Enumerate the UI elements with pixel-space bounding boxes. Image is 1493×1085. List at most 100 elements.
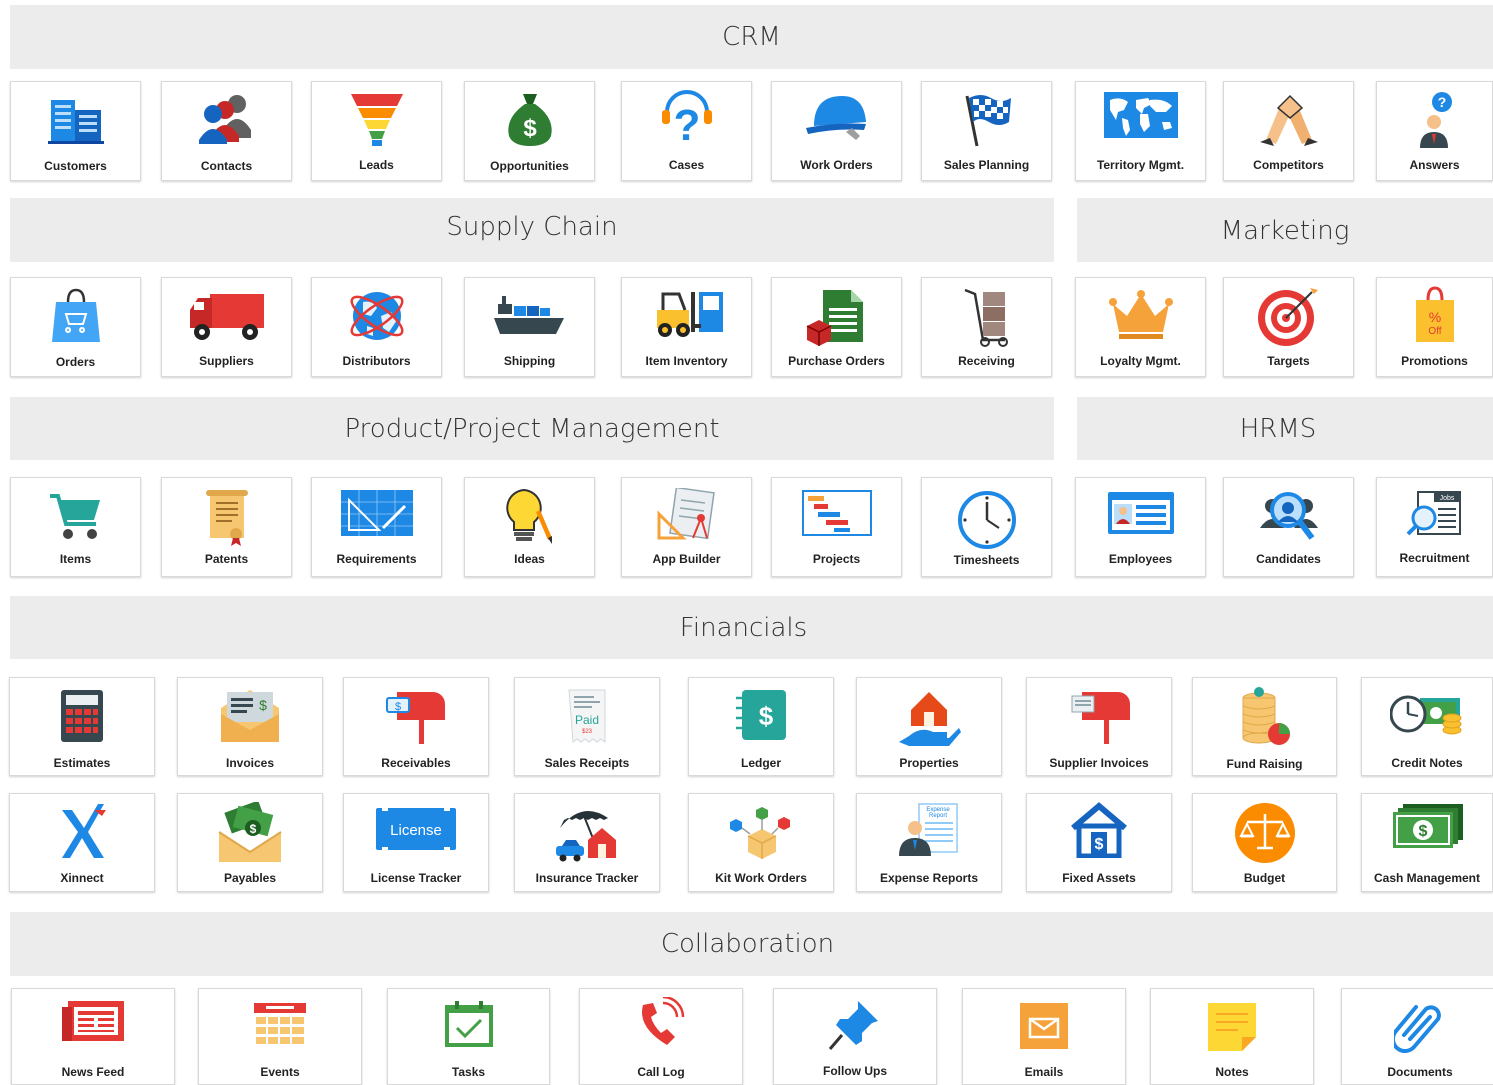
app-tile-ideas[interactable]: Ideas: [464, 477, 595, 577]
app-tile-orders[interactable]: Orders: [10, 277, 141, 377]
app-tile-properties[interactable]: Properties: [856, 677, 1002, 776]
cargo-ship-icon: [493, 296, 564, 334]
app-tile-sales-planning[interactable]: Sales Planning: [921, 81, 1052, 181]
app-tile-loyalty[interactable]: Loyalty Mgmt.: [1075, 277, 1206, 377]
app-tile-recruitment[interactable]: Jobs Recruitment: [1376, 477, 1493, 577]
app-tile-notes[interactable]: Notes: [1150, 988, 1314, 1085]
app-tile-leads[interactable]: Leads: [311, 81, 442, 181]
app-tile-cash-management[interactable]: $ Cash Management: [1361, 793, 1493, 892]
app-label: Payables: [223, 871, 277, 885]
app-tile-projects[interactable]: Projects: [771, 477, 902, 577]
app-label: Projects: [812, 552, 861, 566]
app-label: Answers: [1409, 158, 1460, 172]
app-label: Fund Raising: [1226, 757, 1303, 771]
expense-report-icon: Expense Report: [899, 803, 958, 856]
section-title: Supply Chain: [446, 212, 618, 243]
app-label: Receiving: [958, 354, 1015, 368]
app-tile-sales-receipts[interactable]: Paid $23 Sales Receipts: [514, 677, 660, 776]
app-tile-kit-work-orders[interactable]: Kit Work Orders: [688, 793, 834, 892]
section-header-marketing: Marketing: [1077, 198, 1493, 262]
app-tile-estimates[interactable]: Estimates: [9, 677, 155, 776]
app-tile-promotions[interactable]: % Off Promotions: [1376, 277, 1493, 377]
app-label: Loyalty Mgmt.: [1100, 354, 1181, 368]
dollar-text: $: [395, 701, 401, 713]
app-tile-supplier-invoices[interactable]: Supplier Invoices: [1026, 677, 1172, 776]
app-label: Timesheets: [953, 553, 1020, 567]
app-tile-credit-notes[interactable]: Credit Notes: [1361, 677, 1493, 776]
section-header-collaboration: Collaboration: [10, 912, 1493, 976]
app-tile-timesheets[interactable]: Timesheets: [921, 477, 1052, 577]
license-plate-icon: License: [376, 808, 456, 850]
app-tile-shipping[interactable]: Shipping: [464, 277, 595, 377]
sale-bag-icon: % Off: [1415, 286, 1454, 342]
app-tile-news-feed[interactable]: News Feed: [11, 988, 175, 1085]
section-header-product-project-management: Product/Project Management: [10, 397, 1054, 460]
email-envelope-icon: [1020, 1003, 1068, 1049]
app-tile-license-tracker[interactable]: License License Tracker: [343, 793, 489, 892]
app-label: Emails: [1024, 1065, 1064, 1079]
app-label: Sales Receipts: [544, 756, 630, 770]
app-tile-ledger[interactable]: $ Ledger: [688, 677, 834, 776]
globe-orbit-icon: [350, 292, 403, 340]
app-tile-expense-reports[interactable]: Expense Report Expense Reports: [856, 793, 1002, 892]
app-tile-requirements[interactable]: Requirements: [311, 477, 442, 577]
app-tile-xinnect[interactable]: Xinnect: [9, 793, 155, 892]
app-tile-purchase-orders[interactable]: Purchase Orders: [771, 277, 902, 377]
app-tile-cases[interactable]: ? Cases: [621, 81, 752, 181]
app-tile-receiving[interactable]: Receiving: [921, 277, 1052, 377]
app-tile-emails[interactable]: Emails: [962, 988, 1126, 1085]
app-tile-distributors[interactable]: Distributors: [311, 277, 442, 377]
app-tile-item-inventory[interactable]: Item Inventory: [621, 277, 752, 377]
app-tile-contacts[interactable]: Contacts: [161, 81, 292, 181]
dollar-text: $: [1419, 823, 1428, 840]
app-tile-fund-raising[interactable]: Fund Raising: [1192, 677, 1337, 776]
app-label: Cases: [668, 158, 705, 172]
app-label: Leads: [359, 158, 394, 172]
app-tile-documents[interactable]: Documents: [1341, 988, 1493, 1085]
app-tile-payables[interactable]: $ Payables: [177, 793, 323, 892]
app-tile-fixed-assets[interactable]: $ Fixed Assets: [1026, 793, 1172, 892]
app-tile-answers[interactable]: ? Answers: [1376, 81, 1493, 181]
app-tile-items[interactable]: Items: [10, 477, 141, 577]
spreadsheet-box-icon: [806, 290, 863, 346]
house-dollar-icon: $: [1071, 802, 1127, 858]
app-tile-opportunities[interactable]: $ Opportunities: [464, 81, 595, 181]
app-tile-candidates[interactable]: Candidates: [1223, 477, 1354, 577]
app-tile-insurance-tracker[interactable]: Insurance Tracker: [514, 793, 660, 892]
app-label: Distributors: [342, 354, 411, 368]
app-tile-invoices[interactable]: $ Invoices: [177, 677, 323, 776]
lightbulb-icon: [505, 488, 552, 544]
app-tile-follow-ups[interactable]: Follow Ups: [773, 988, 937, 1085]
app-label: Contacts: [200, 159, 253, 173]
app-tile-targets[interactable]: Targets: [1223, 277, 1354, 377]
app-tile-patents[interactable]: Patents: [161, 477, 292, 577]
app-tile-receivables[interactable]: $ Receivables: [343, 677, 489, 776]
app-tile-work-orders[interactable]: Work Orders: [771, 81, 902, 181]
funnel-icon: [350, 94, 403, 146]
app-tile-tasks[interactable]: Tasks: [387, 988, 550, 1085]
app-label: Territory Mgmt.: [1096, 158, 1185, 172]
sticky-note-icon: [1208, 1003, 1256, 1051]
umbrella-house-car-icon: [556, 810, 616, 862]
dollar-text: $: [523, 115, 537, 142]
dollar-text: $: [759, 701, 774, 731]
app-tile-competitors[interactable]: Competitors: [1223, 81, 1354, 181]
newspaper-icon: [62, 1001, 124, 1041]
app-label: Competitors: [1253, 158, 1324, 172]
app-tile-app-builder[interactable]: App Builder: [621, 477, 752, 577]
app-tile-events[interactable]: Events: [198, 988, 362, 1085]
app-tile-territory[interactable]: Territory Mgmt.: [1075, 81, 1206, 181]
app-tile-suppliers[interactable]: Suppliers: [161, 277, 292, 377]
app-label: Invoices: [225, 756, 275, 770]
world-map-icon: [1103, 92, 1178, 138]
cash-stack-icon: $: [1393, 804, 1463, 848]
app-label: Kit Work Orders: [715, 871, 807, 885]
app-tile-customers[interactable]: Customers: [10, 81, 141, 181]
question-text: ?: [673, 101, 700, 148]
app-tile-employees[interactable]: Employees: [1075, 477, 1206, 577]
truck-icon: [189, 294, 264, 340]
building-icon: [47, 100, 104, 144]
app-tile-call-log[interactable]: Call Log: [579, 988, 743, 1085]
design-tools-icon: [657, 488, 715, 540]
app-tile-budget[interactable]: Budget: [1192, 793, 1337, 892]
